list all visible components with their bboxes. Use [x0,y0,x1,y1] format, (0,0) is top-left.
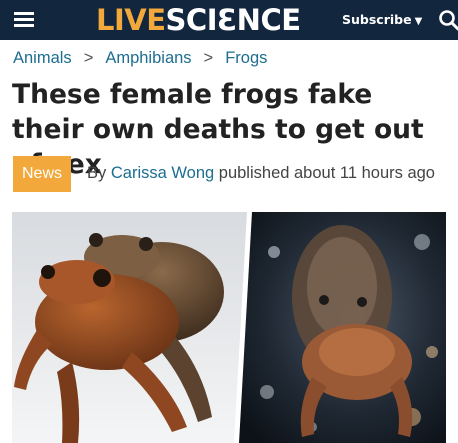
hero-image [12,212,446,443]
right-photo-frogs-in-water [239,212,446,443]
site-logo[interactable]: LIVESCIƐNCE [96,4,301,36]
breadcrumb-item-amphibians[interactable]: Amphibians [105,49,191,67]
subscribe-label: Subscribe [342,12,412,27]
logo-science-text: SCIƐNCE [165,3,302,37]
author-link[interactable]: Carissa Wong [111,164,214,182]
logo-live-text: LIVE [96,3,166,37]
search-icon[interactable] [438,9,458,31]
site-header: LIVESCIƐNCE Subscribe ▼ [0,0,458,40]
publish-time: published about 11 hours ago [218,164,435,182]
left-photo-frogs-on-snow [12,212,247,443]
breadcrumb-separator: > [83,49,94,67]
byline-prefix: By [87,164,107,182]
subscribe-button[interactable]: Subscribe ▼ [342,11,422,31]
category-badge[interactable]: News [13,156,71,192]
breadcrumb: Animals > Amphibians > Frogs [13,49,453,69]
breadcrumb-item-frogs[interactable]: Frogs [225,49,267,67]
byline: By Carissa Wong published about 11 hours… [87,164,435,183]
breadcrumb-separator: > [203,49,214,67]
hamburger-menu-icon[interactable] [14,12,34,28]
chevron-down-icon: ▼ [414,16,423,27]
breadcrumb-item-animals[interactable]: Animals [13,49,72,67]
